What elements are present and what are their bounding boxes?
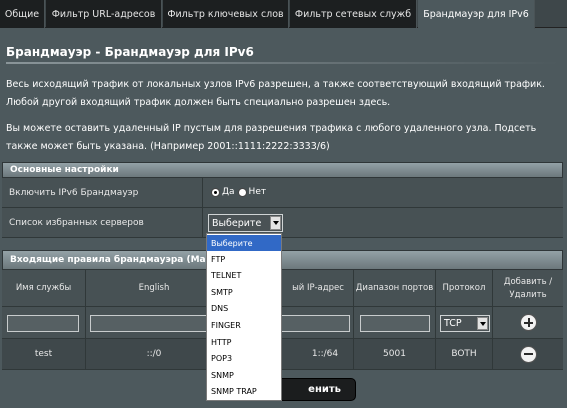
dropdown-item-pop3[interactable]: POP3	[207, 350, 281, 366]
radio-yes-label: Да	[222, 187, 235, 197]
col-service-name: Имя службы	[2, 270, 86, 307]
radio-yes[interactable]	[211, 187, 220, 197]
dropdown-item-select[interactable]: Выберите	[207, 235, 281, 251]
col-english: English	[86, 270, 223, 307]
rules-column-headers: Имя службы English ый IP-адрес Диапазон …	[2, 270, 563, 307]
new-rule-port-cell	[354, 307, 436, 338]
tab-bar: Общие Фильтр URL-адресов Фильтр ключевых…	[0, 0, 567, 29]
plus-icon-vertical	[527, 318, 530, 327]
description-paragraph-1: Весь исходящий трафик от локальных узлов…	[6, 79, 545, 108]
chevron-down-icon	[477, 317, 488, 330]
radio-no-label: Нет	[248, 187, 267, 197]
new-rule-service-cell	[2, 307, 86, 338]
rule-service-name: test	[2, 339, 86, 369]
new-rule-row: TCP	[2, 307, 563, 339]
title-divider	[6, 62, 559, 64]
dropdown-item-finger[interactable]: FINGER	[207, 317, 281, 333]
favorite-servers-label: Список избранных серверов	[2, 208, 203, 237]
inbound-rules-header: Входящие правила брандмауэра (Мак	[2, 250, 563, 270]
enable-firewall-radio-group: Да Нет	[211, 187, 266, 197]
dropdown-item-snmp[interactable]: SNMP	[207, 367, 281, 383]
dropdown-item-telnet[interactable]: TELNET	[207, 267, 281, 283]
rule-protocol: BOTH	[436, 339, 493, 369]
rule-port-range: 5001	[354, 339, 436, 369]
enable-firewall-row: Включить IPv6 Брандмауэр Да Нет	[2, 178, 563, 208]
service-name-input[interactable]	[7, 315, 79, 332]
port-range-input[interactable]	[360, 315, 430, 332]
enable-firewall-label: Включить IPv6 Брандмауэр	[2, 178, 203, 207]
basic-settings-header: Основные настройки	[2, 162, 563, 178]
minus-icon	[523, 353, 533, 355]
tab-general[interactable]: Общие	[0, 0, 45, 28]
tab-keyword-filter[interactable]: Фильтр ключевых слов	[163, 0, 289, 28]
description-paragraph-2: Вы можете оставить удаленный IP пустым д…	[6, 123, 537, 152]
english-input[interactable]	[90, 315, 218, 332]
tab-url-filter[interactable]: Фильтр URL-адресов	[46, 0, 162, 28]
protocol-select[interactable]: TCP	[440, 315, 490, 332]
favorite-servers-select[interactable]: Выберите	[208, 214, 283, 232]
new-rule-protocol-cell: TCP	[436, 307, 493, 338]
favorite-servers-dropdown: Выберите FTP TELNET SMTP DNS FINGER HTTP…	[206, 233, 282, 401]
favorite-servers-value: Выберите	[212, 217, 262, 229]
radio-no[interactable]	[237, 187, 247, 197]
protocol-value: TCP	[444, 318, 462, 329]
tab-network-services-filter[interactable]: Фильтр сетевых служб	[290, 0, 417, 28]
favorite-servers-row: Список избранных серверов Выберите	[2, 208, 563, 238]
rule-english: ::/0	[86, 339, 223, 369]
col-protocol: Протокол	[436, 270, 493, 307]
page-title: Брандмауэр - Брандмауэр для IPv6	[6, 45, 254, 59]
chevron-down-icon	[270, 216, 281, 230]
rule-remove-cell	[493, 339, 563, 369]
tab-ipv6-firewall[interactable]: Брандмауэр для IPv6	[418, 0, 535, 29]
new-rule-english-cell	[86, 307, 223, 338]
new-rule-add-cell	[493, 307, 563, 338]
dropdown-item-http[interactable]: HTTP	[207, 334, 281, 350]
add-rule-button[interactable]	[520, 314, 537, 331]
dropdown-item-dns[interactable]: DNS	[207, 300, 281, 316]
col-add-remove: Добавить / Удалить	[503, 276, 553, 300]
dropdown-item-ftp[interactable]: FTP	[207, 251, 281, 267]
remove-rule-button[interactable]	[519, 345, 537, 363]
table-row: test ::/0 1::/64 5001 BOTH	[2, 339, 563, 370]
col-port-range: Диапазон портов	[354, 270, 436, 307]
dropdown-item-snmp-trap[interactable]: SNMP TRAP	[207, 383, 281, 399]
dropdown-item-smtp[interactable]: SMTP	[207, 284, 281, 300]
